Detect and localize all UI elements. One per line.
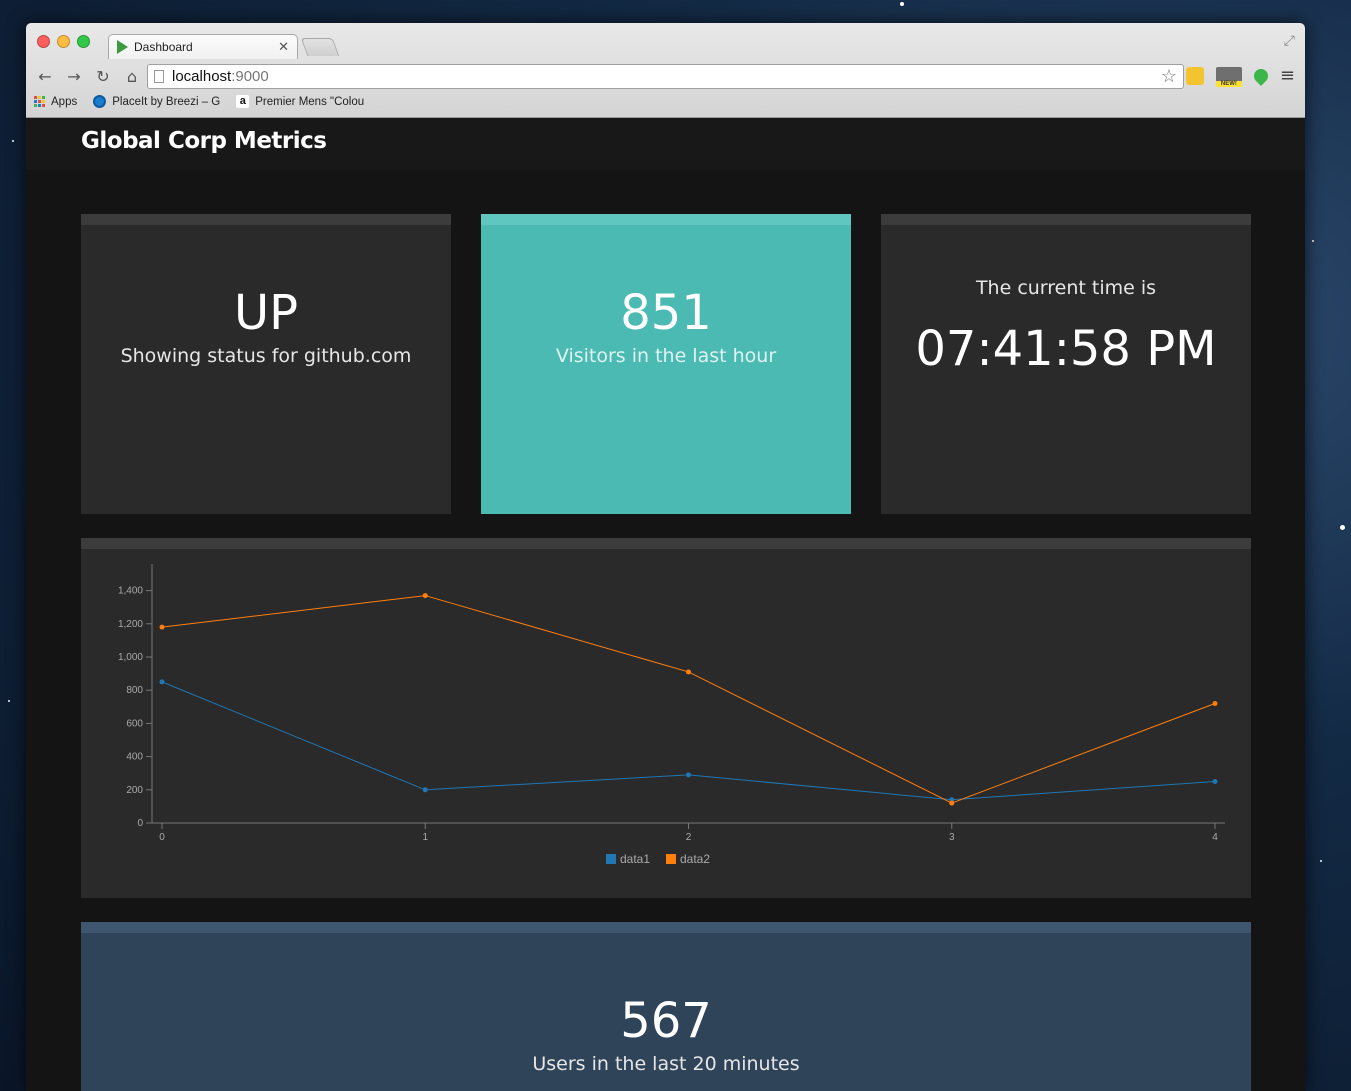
y-tick-label: 400 [126,752,143,763]
users-value: 567 [620,993,712,1049]
url-host: localhost [172,67,232,85]
y-tick-label: 1,400 [118,586,143,597]
home-icon[interactable]: ⌂ [119,67,145,86]
y-tick-label: 600 [126,718,143,729]
x-tick-label: 3 [949,832,955,843]
status-label: Showing status for github.com [120,345,412,367]
tab-title: Dashboard [134,40,193,54]
visitors-value: 851 [620,285,712,341]
extensions-area: ≡ [1185,65,1295,87]
chart-widget: 0 200 400 600 800 1,000 1,200 1,400 0 1 2 3 4 data1 da… [81,538,1251,898]
data-point-data1 [422,787,428,793]
legend-swatch-data1 [606,854,616,864]
reload-icon[interactable]: ↻ [90,67,116,86]
series-line-data2 [161,595,1216,804]
data-point-data1 [686,772,691,778]
data-point-data2 [159,624,165,630]
y-tick-label: 0 [137,818,143,829]
extension-icon[interactable] [1185,66,1204,85]
y-tick-label: 800 [126,685,143,696]
status-widget: UP Showing status for github.com [81,214,451,514]
bookmark-star-icon[interactable]: ☆ [1161,66,1177,87]
x-tick-label: 1 [422,832,428,843]
page-icon [154,69,164,83]
browser-toolbar: ← → ↻ ⌂ localhost :9000 ☆ ≡ [26,61,1305,91]
apps-grid-icon [34,96,45,107]
users-widget: 567 Users in the last 20 minutes [81,922,1251,1091]
visitors-widget: 851 Visitors in the last hour [481,214,851,514]
data-point-data2 [949,800,955,806]
amazon-icon: a [236,95,250,108]
x-tick-label: 0 [159,832,165,843]
status-value: UP [233,285,299,341]
evernote-icon[interactable] [1251,65,1271,86]
browser-window: Dashboard ✕ ⤢ ← → ↻ ⌂ localhost :9000 ☆ … [26,23,1305,1091]
fullscreen-icon[interactable]: ⤢ [1284,33,1295,49]
series-line-data1 [161,681,1216,801]
placeit-icon [93,95,107,108]
users-label: Users in the last 20 minutes [532,1053,800,1075]
legend-label-data2: data2 [680,852,710,866]
menu-icon[interactable]: ≡ [1280,65,1295,86]
bookmark-apps[interactable]: Apps [34,96,77,108]
zoom-window-button[interactable] [77,35,90,48]
data-point-data1 [1212,779,1218,784]
forward-arrow-icon[interactable]: → [61,67,87,86]
x-tick-label: 4 [1212,832,1218,843]
address-bar[interactable]: localhost :9000 ☆ [147,63,1184,89]
window-controls [37,35,90,48]
data-point-data2 [422,593,428,599]
visitors-label: Visitors in the last hour [555,345,777,367]
url-port: :9000 [231,67,269,85]
data-point-data2 [686,669,691,675]
bookmark-premier-mens[interactable]: a Premier Mens "Colou [236,95,364,108]
browser-tab[interactable]: Dashboard ✕ [108,34,298,59]
close-window-button[interactable] [37,35,50,48]
line-chart: 0 200 400 600 800 1,000 1,200 1,400 0 1 2 3 4 data1 da… [118,564,1225,866]
play-icon [117,40,128,54]
bookmark-label: Apps [51,95,78,108]
new-tab-button[interactable] [300,38,340,56]
y-tick-label: 1,000 [118,652,143,663]
legend-swatch-data2 [666,854,676,864]
back-arrow-icon[interactable]: ← [32,67,58,86]
bookmark-label: PlaceIt by Breezi – G [112,95,221,108]
bookmark-placeit[interactable]: PlaceIt by Breezi – G [93,95,220,108]
extension-new-icon[interactable] [1215,66,1242,87]
y-tick-label: 200 [126,785,143,796]
dashboard: Global Corp Metrics UP Showing status fo… [26,118,1305,1091]
close-tab-icon[interactable]: ✕ [278,39,289,55]
time-title: The current time is [975,277,1157,299]
y-tick-label: 1,200 [118,619,143,630]
dashboard-title: Global Corp Metrics [81,128,327,154]
bookmarks-bar: Apps PlaceIt by Breezi – G a Premier Men… [34,95,364,108]
bookmark-label: Premier Mens "Colou [255,95,365,108]
data-point-data1 [159,679,165,685]
data-point-data2 [1212,700,1218,706]
dashboard-header: Global Corp Metrics [26,118,1305,170]
time-value: 07:41:58 PM [915,321,1217,377]
legend-label-data1: data1 [620,852,650,866]
x-tick-label: 2 [686,832,692,843]
minimize-window-button[interactable] [57,35,70,48]
browser-chrome: Dashboard ✕ ⤢ ← → ↻ ⌂ localhost :9000 ☆ … [26,23,1305,118]
time-widget: The current time is 07:41:58 PM [881,214,1251,514]
